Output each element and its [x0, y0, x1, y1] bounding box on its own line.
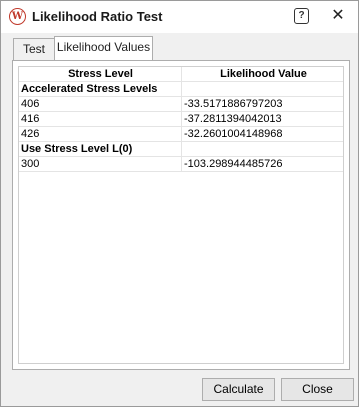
likelihood-value-cell: -37.2811394042013	[181, 112, 343, 127]
likelihood-value-cell: -33.5171886797203	[181, 97, 343, 112]
help-icon[interactable]: ?	[294, 8, 309, 24]
dialog-window: W Likelihood Ratio Test ? ✕ Test Likelih…	[0, 0, 359, 407]
tab-panel: Stress Level Likelihood Value Accelerate…	[12, 60, 350, 370]
tab-likelihood-values[interactable]: Likelihood Values	[54, 36, 153, 61]
likelihood-value-cell	[181, 142, 343, 157]
table-row[interactable]: 300 -103.298944485726	[19, 157, 343, 172]
app-logo-icon: W	[9, 8, 26, 25]
likelihood-value-cell: -32.2601004148968	[181, 127, 343, 142]
table-row-group[interactable]: Accelerated Stress Levels	[19, 82, 343, 97]
stress-level-cell: 300	[21, 158, 40, 170]
likelihood-table: Stress Level Likelihood Value Accelerate…	[18, 66, 344, 364]
stress-level-cell: 426	[21, 128, 40, 140]
likelihood-value-cell: -103.298944485726	[181, 157, 343, 172]
column-header-stress-level[interactable]: Stress Level	[20, 67, 180, 82]
stress-level-cell: 416	[21, 113, 40, 125]
table-row[interactable]: 416 -37.2811394042013	[19, 112, 343, 127]
calculate-button[interactable]: Calculate	[202, 378, 275, 401]
table-row[interactable]: 406 -33.5171886797203	[19, 97, 343, 112]
table-header-row: Stress Level Likelihood Value	[19, 67, 343, 82]
tab-test[interactable]: Test	[13, 38, 55, 61]
stress-level-cell: Use Stress Level L(0)	[21, 143, 133, 155]
close-icon[interactable]: ✕	[328, 6, 348, 26]
column-header-likelihood-value[interactable]: Likelihood Value	[181, 67, 343, 82]
close-button[interactable]: Close	[281, 378, 354, 401]
title-bar: W Likelihood Ratio Test ? ✕	[1, 1, 358, 33]
stress-level-cell: Accelerated Stress Levels	[21, 83, 158, 95]
table-row-group[interactable]: Use Stress Level L(0)	[19, 142, 343, 157]
app-logo-letter: W	[11, 11, 24, 22]
stress-level-cell: 406	[21, 98, 40, 110]
table-row[interactable]: 426 -32.2601004148968	[19, 127, 343, 142]
likelihood-value-cell	[181, 82, 343, 97]
window-title: Likelihood Ratio Test	[32, 9, 163, 24]
